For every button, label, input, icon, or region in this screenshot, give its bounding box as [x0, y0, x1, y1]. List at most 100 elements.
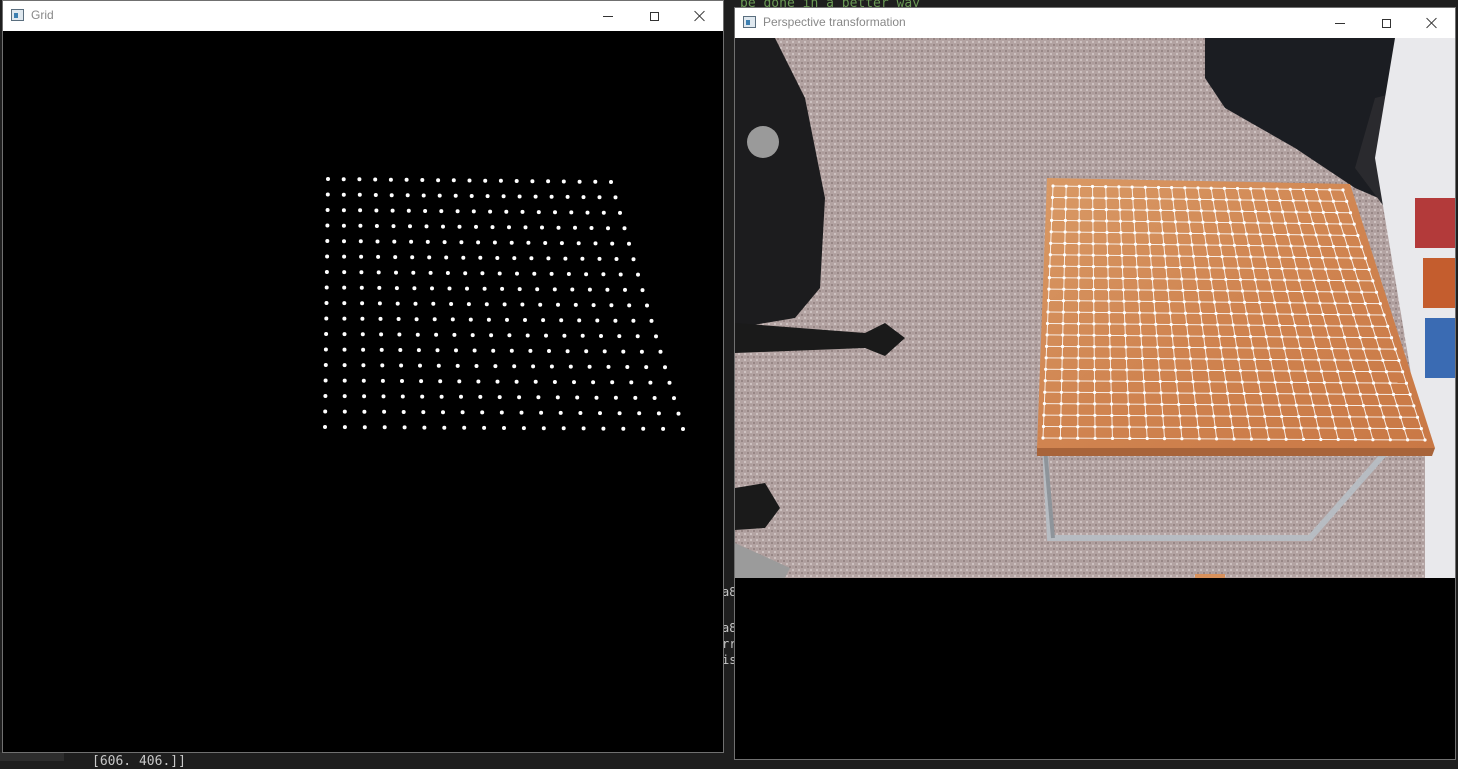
grid-dot: [459, 240, 464, 245]
table-grid-dot: [1402, 426, 1406, 431]
close-button[interactable]: [1409, 8, 1455, 38]
grid-dot: [500, 286, 505, 291]
table-grid-dot: [1289, 380, 1294, 384]
table-grid-dot: [1333, 301, 1337, 305]
table-grid-dot: [1133, 231, 1137, 235]
grid-dot: [625, 365, 630, 369]
maximize-button[interactable]: [631, 1, 677, 31]
table-grid-dot: [1162, 437, 1167, 441]
table-grid-dot: [1162, 243, 1166, 247]
table-grid-dot: [1173, 368, 1178, 372]
grid-dot: [357, 177, 362, 182]
close-button[interactable]: [677, 1, 723, 31]
table-grid-dot: [1258, 232, 1262, 236]
table-grid-dot: [1166, 288, 1170, 292]
table-grid-dot: [1253, 357, 1257, 361]
table-grid-dot: [1107, 310, 1111, 315]
table-grid-dot: [1300, 289, 1304, 294]
table-grid-dot: [1077, 219, 1081, 223]
table-grid-dot: [1063, 241, 1067, 245]
grid-dot: [361, 347, 366, 352]
grid-dot: [641, 426, 646, 431]
grid-dot: [428, 270, 433, 275]
table-grid-dot: [1234, 255, 1239, 259]
table-grid-dot: [1238, 278, 1243, 282]
table-grid-dot: [1320, 256, 1324, 260]
grid-dot: [521, 426, 526, 431]
table-grid-dot: [1091, 219, 1095, 223]
table-grid-dot: [1333, 426, 1337, 430]
table-grid-dot: [1318, 199, 1322, 203]
grid-dot: [575, 395, 580, 400]
table-grid-dot: [1213, 209, 1217, 213]
table-grid-dot: [1374, 290, 1379, 294]
grid-dot: [488, 209, 493, 214]
table-grid-dot: [1128, 436, 1132, 441]
table-grid-dot: [1062, 276, 1066, 280]
table-grid-dot: [1371, 279, 1375, 283]
maximize-button[interactable]: [1363, 8, 1409, 38]
table-grid-dot: [1157, 368, 1161, 372]
minimize-button[interactable]: [1317, 8, 1363, 38]
grid-dot: [581, 195, 586, 200]
table-grid-dot: [1150, 277, 1154, 281]
table-grid-dot: [1209, 391, 1213, 395]
grid-dot: [587, 364, 592, 369]
grid-dot: [361, 363, 366, 368]
grid-dot: [535, 287, 540, 292]
grid-dot: [593, 179, 598, 184]
minimize-button[interactable]: [585, 1, 631, 31]
table-grid-dot: [1195, 414, 1199, 418]
grid-dot: [430, 286, 434, 291]
grid-dot: [520, 209, 525, 214]
grid-dot: [437, 193, 442, 198]
grid-dot: [405, 193, 410, 198]
grid-dot: [449, 302, 454, 306]
grid-dot: [618, 210, 622, 215]
grid-dot: [568, 364, 573, 369]
table-grid-dot: [1144, 414, 1148, 418]
table-grid-dot: [1365, 358, 1369, 362]
grid-dot: [390, 208, 395, 213]
table-grid-dot: [1265, 266, 1270, 271]
table-grid-dot: [1159, 208, 1163, 212]
table-grid-dot: [1076, 402, 1080, 406]
table-grid-dot: [1117, 185, 1121, 189]
perspective-window-titlebar[interactable]: Perspective transformation: [735, 8, 1455, 38]
grid-window-titlebar[interactable]: Grid: [3, 1, 723, 31]
grid-dot: [401, 410, 406, 414]
grid-dot: [549, 194, 554, 199]
table-grid-dot: [1061, 299, 1066, 303]
grid-dot: [523, 225, 528, 230]
table-grid-dot: [1368, 426, 1372, 430]
table-grid-dot: [1105, 242, 1109, 246]
book: [1415, 198, 1455, 248]
grid-dot: [591, 380, 596, 385]
grid-window[interactable]: Grid: [2, 0, 724, 753]
table-grid-dot: [1294, 210, 1298, 214]
table-grid-dot: [1175, 231, 1179, 235]
table-grid-dot: [1327, 278, 1331, 283]
table-grid-dot: [1256, 221, 1260, 225]
table-grid-dot: [1108, 333, 1112, 337]
table-grid-dot: [1224, 380, 1228, 384]
grid-dot: [681, 427, 685, 431]
grid-dot: [589, 226, 594, 230]
grid-dot: [541, 318, 546, 323]
perspective-window[interactable]: Perspective transformation: [734, 7, 1456, 760]
table-grid-dot: [1212, 414, 1216, 418]
table-grid-dot: [1382, 415, 1386, 419]
table-grid-dot: [1059, 425, 1063, 429]
grid-dot: [393, 255, 398, 260]
grid-dot: [517, 287, 522, 292]
table-grid-dot: [1076, 310, 1081, 314]
table-grid-dot: [1125, 368, 1129, 372]
table-grid-dot: [1240, 209, 1244, 213]
table-grid-dot: [1061, 310, 1065, 314]
grid-dot: [621, 349, 626, 354]
book: [1423, 258, 1455, 308]
table-grid-dot: [1109, 368, 1113, 372]
grid-dot: [457, 379, 462, 384]
table-grid-dot: [1222, 368, 1226, 373]
table-grid-dot: [1312, 278, 1316, 282]
